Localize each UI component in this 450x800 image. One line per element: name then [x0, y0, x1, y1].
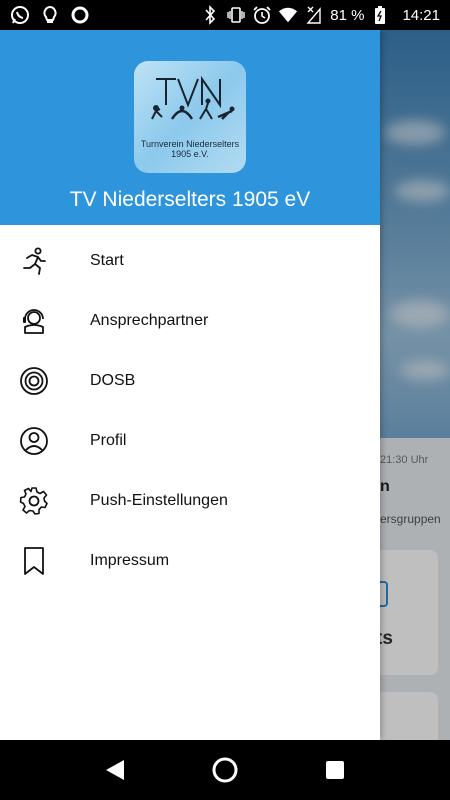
clock: 14:21	[402, 6, 440, 24]
menu-item-push-einstellungen[interactable]: Push-Einstellungen	[0, 471, 380, 531]
battery-icon	[370, 5, 390, 25]
menu-item-label: Push-Einstellungen	[90, 492, 228, 509]
menu-item-label: Start	[90, 252, 124, 269]
recents-icon[interactable]	[315, 750, 355, 790]
bluetooth-icon	[200, 5, 220, 25]
club-logo-name: Turnverein Niederselters	[140, 139, 240, 149]
wifi-icon	[278, 5, 298, 25]
signal-icon	[304, 5, 324, 25]
club-logo-year: 1905 e.V.	[171, 149, 209, 159]
club-logo-mark	[151, 75, 235, 120]
drawer-scrim[interactable]	[380, 30, 450, 740]
back-icon[interactable]	[95, 750, 135, 790]
menu-item-start[interactable]: Start	[0, 231, 380, 291]
runner-icon	[0, 246, 90, 276]
bookmark-icon	[0, 546, 90, 576]
target-icon	[0, 366, 90, 396]
home-icon[interactable]	[205, 750, 245, 790]
vibrate-icon	[226, 5, 246, 25]
drawer-title: TV Niederselters 1905 eV	[69, 188, 311, 211]
headset-icon	[0, 306, 90, 336]
alarm-icon	[252, 5, 272, 25]
menu-item-profil[interactable]: Profil	[0, 411, 380, 471]
whatsapp-icon	[10, 5, 30, 25]
menu-item-ansprechpartner[interactable]: Ansprechpartner	[0, 291, 380, 351]
status-bar: 81 % 14:21	[0, 0, 450, 30]
circle-app-icon	[70, 5, 90, 25]
system-nav-bar	[0, 740, 450, 800]
club-logo: Turnverein Niederselters 1905 e.V.	[134, 61, 246, 173]
navigation-drawer: Turnverein Niederselters 1905 e.V. TV Ni…	[0, 30, 380, 740]
menu-item-label: Impressum	[90, 552, 170, 569]
battery-percent: 81 %	[330, 6, 365, 24]
gear-icon	[0, 486, 90, 516]
menu-item-label: Profil	[90, 432, 127, 449]
menu-item-label: DOSB	[90, 372, 136, 389]
drawer-menu: Start Ansprechpartner DOSB Profil Push-E…	[0, 225, 380, 591]
menu-item-impressum[interactable]: Impressum	[0, 531, 380, 591]
user-circle-icon	[0, 426, 90, 456]
menu-item-dosb[interactable]: DOSB	[0, 351, 380, 411]
menu-item-label: Ansprechpartner	[90, 312, 209, 329]
lightbulb-icon	[40, 5, 60, 25]
drawer-header: Turnverein Niederselters 1905 e.V. TV Ni…	[0, 30, 380, 225]
